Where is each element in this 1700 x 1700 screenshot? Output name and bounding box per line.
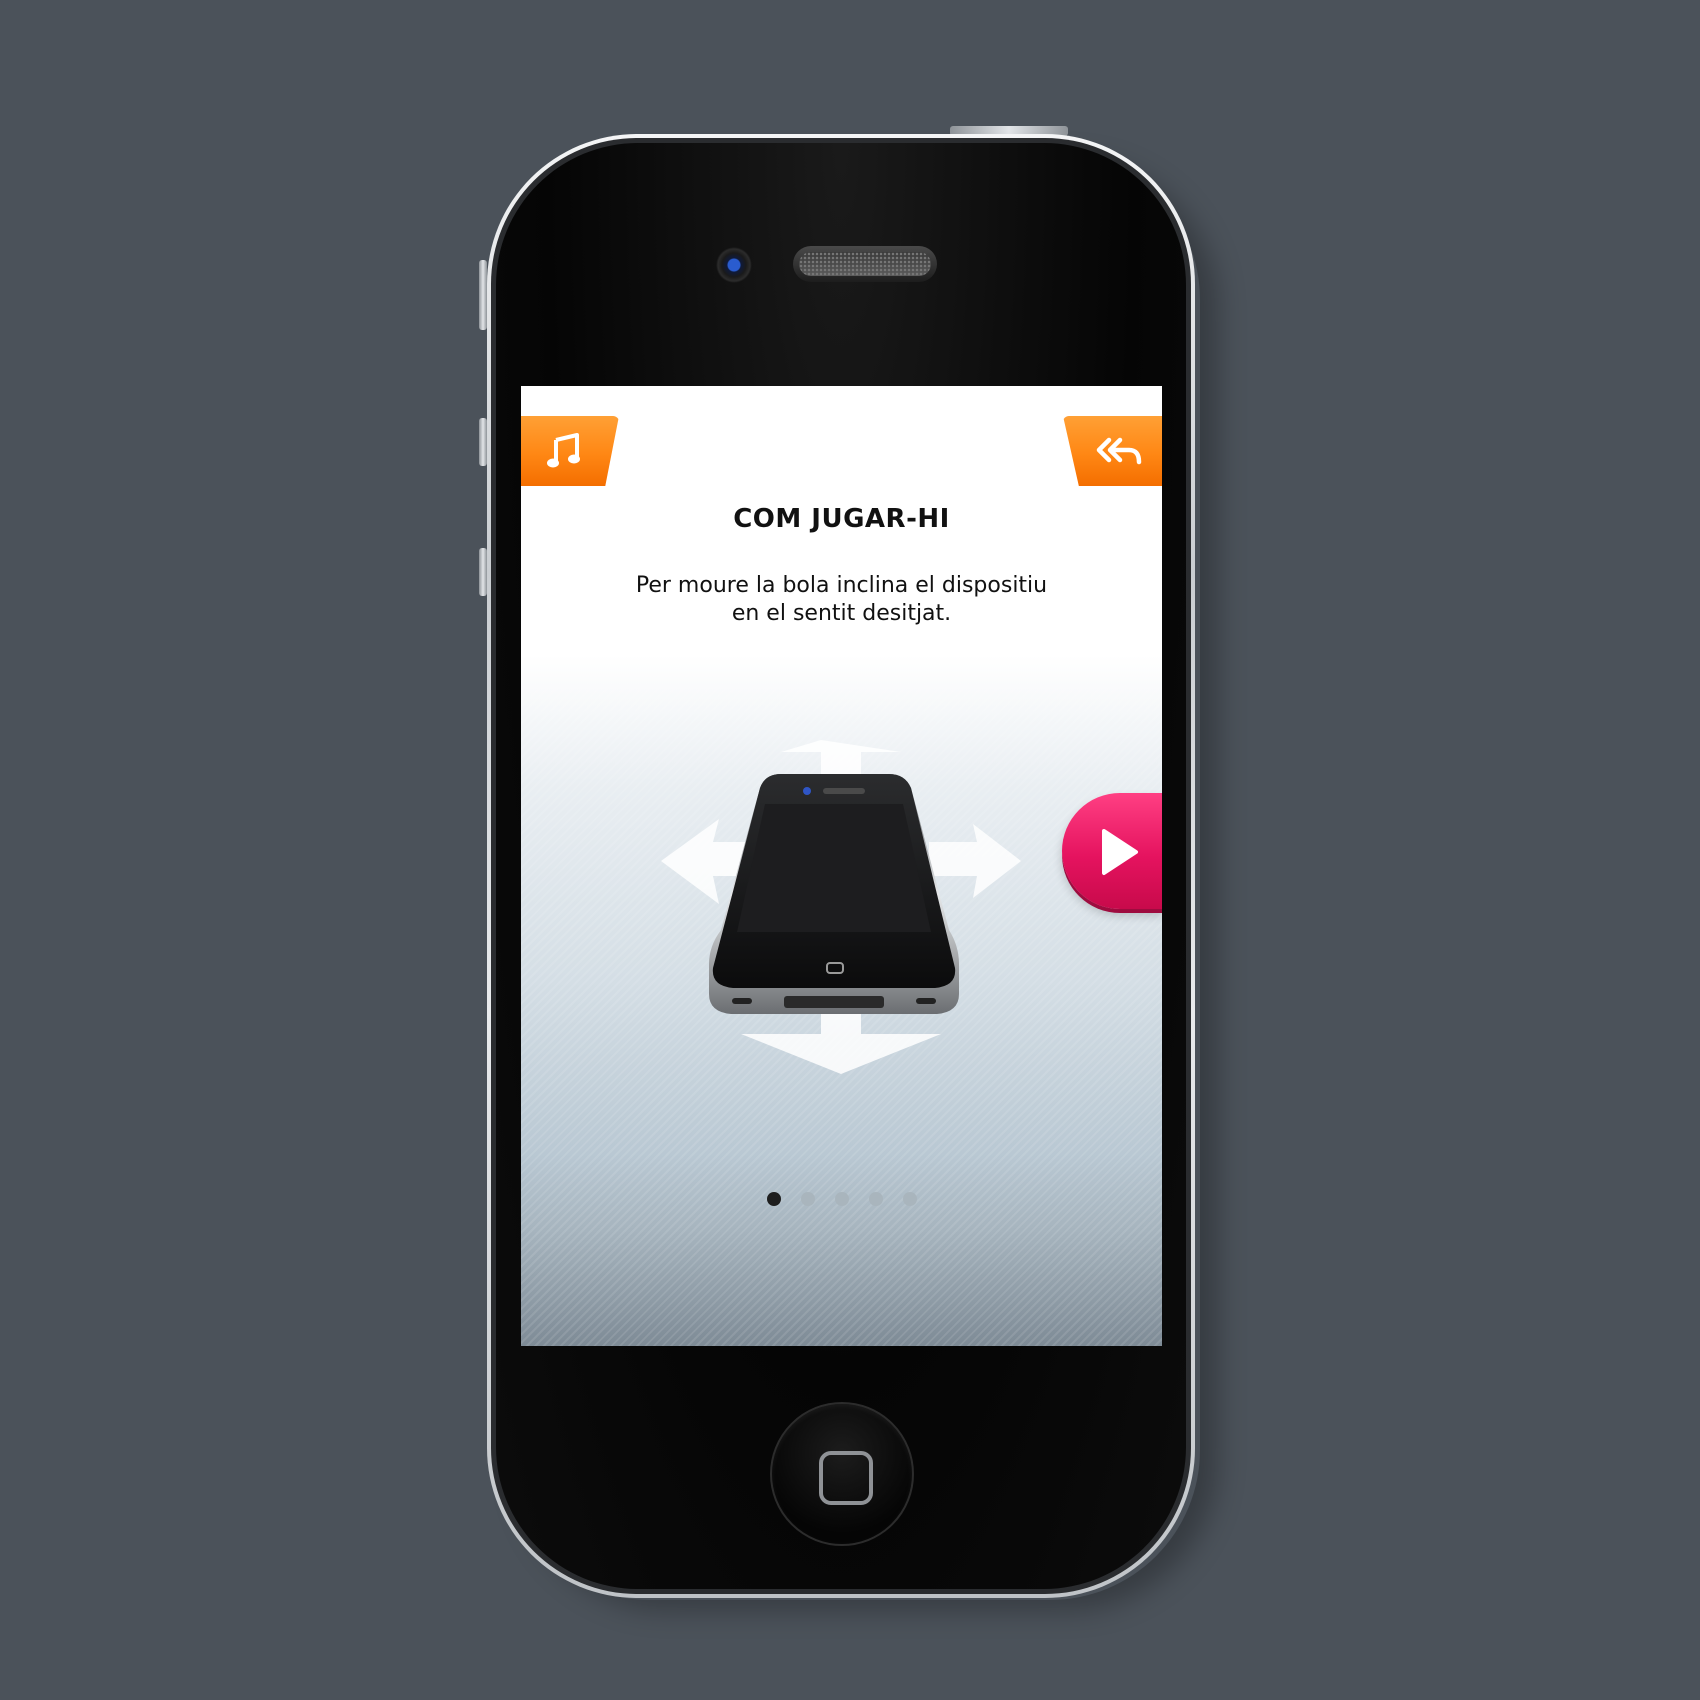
arrow-down-icon [741, 1004, 941, 1074]
instructions-line-1: Per moure la bola inclina el dispositiu [635, 573, 1048, 598]
music-note-icon [547, 433, 580, 468]
play-arrow-icon [1102, 829, 1138, 875]
tilt-device-illustration [661, 740, 1021, 1074]
mute-switch [479, 260, 487, 330]
app-screen: COM JUGAR-HI Per moure la bola inclina e… [521, 386, 1162, 1346]
page-dot-2[interactable] [800, 1192, 815, 1206]
front-camera [716, 247, 752, 283]
page-dot-5[interactable] [902, 1192, 917, 1206]
page-indicator [521, 1192, 1162, 1206]
arrow-right-icon [929, 824, 1021, 898]
back-button[interactable] [1063, 416, 1162, 486]
volume-up-button [479, 418, 487, 466]
next-button[interactable] [1062, 793, 1162, 909]
page-dot-3[interactable] [834, 1192, 849, 1206]
music-button[interactable] [521, 416, 619, 486]
page-title: COM JUGAR-HI [733, 504, 950, 534]
page-dot-4[interactable] [868, 1192, 883, 1206]
home-button[interactable] [770, 1402, 914, 1546]
page-dot-1[interactable] [766, 1192, 781, 1206]
volume-down-button [479, 548, 487, 596]
presentation-stage: COM JUGAR-HI Per moure la bola inclina e… [0, 0, 1700, 1700]
double-back-arrow-icon [1096, 437, 1142, 465]
home-square-icon [819, 1451, 873, 1505]
instructions-line-2: en el sentit desitjat. [731, 601, 952, 626]
arrow-up-icon [781, 740, 901, 774]
phone-illustration [709, 774, 959, 1014]
earpiece-speaker [793, 246, 937, 282]
instructions-text: Per moure la bola inclina el dispositiu … [591, 572, 1092, 628]
